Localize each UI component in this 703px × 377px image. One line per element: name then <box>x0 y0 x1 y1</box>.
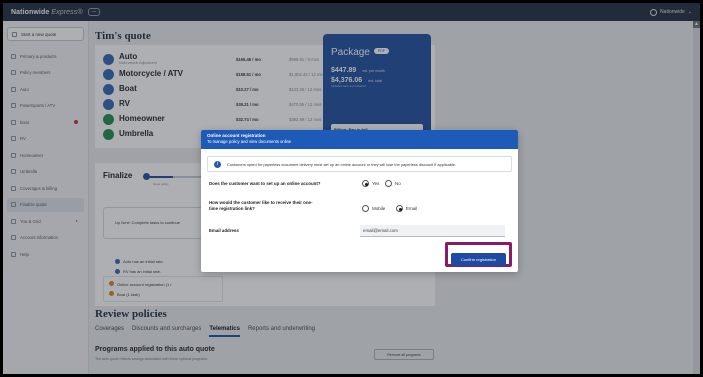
registration-modal: Online account registration To manage po… <box>201 130 518 272</box>
radio-label: Mobile <box>372 206 386 211</box>
app-window: Nationwide Express® — Nationwide ⌄ ▲ Sta… <box>3 3 700 374</box>
radio-label: Yes <box>372 181 380 186</box>
email-label: Email address <box>209 228 239 233</box>
radio-label: Email <box>406 206 418 211</box>
modal-header: Online account registration To manage po… <box>201 130 518 149</box>
confirm-registration-button[interactable]: Confirm registration <box>451 253 506 266</box>
email-field[interactable] <box>360 225 505 237</box>
radio-mobile[interactable]: Mobile <box>362 205 385 212</box>
radio-empty-icon <box>362 205 369 212</box>
online-account-question: Does the customer want to set up an onli… <box>209 181 321 186</box>
confirm-highlight-outline: Confirm registration <box>445 242 512 267</box>
radio-selected-icon <box>396 205 403 212</box>
radio-no[interactable]: No <box>385 180 401 187</box>
modal-subtitle: To manage policy and view documents onli… <box>207 139 292 144</box>
info-text: Customers opted for paperless document d… <box>227 161 457 167</box>
radio-empty-icon <box>385 180 392 187</box>
radio-email[interactable]: Email <box>396 205 417 212</box>
radio-label: No <box>395 181 401 186</box>
info-icon: i <box>214 160 221 168</box>
info-banner: i Customers opted for paperless document… <box>207 156 512 172</box>
delivery-method-question: How would the customer like to receive t… <box>209 200 313 211</box>
radio-yes[interactable]: Yes <box>362 180 379 187</box>
radio-selected-icon <box>362 180 369 187</box>
